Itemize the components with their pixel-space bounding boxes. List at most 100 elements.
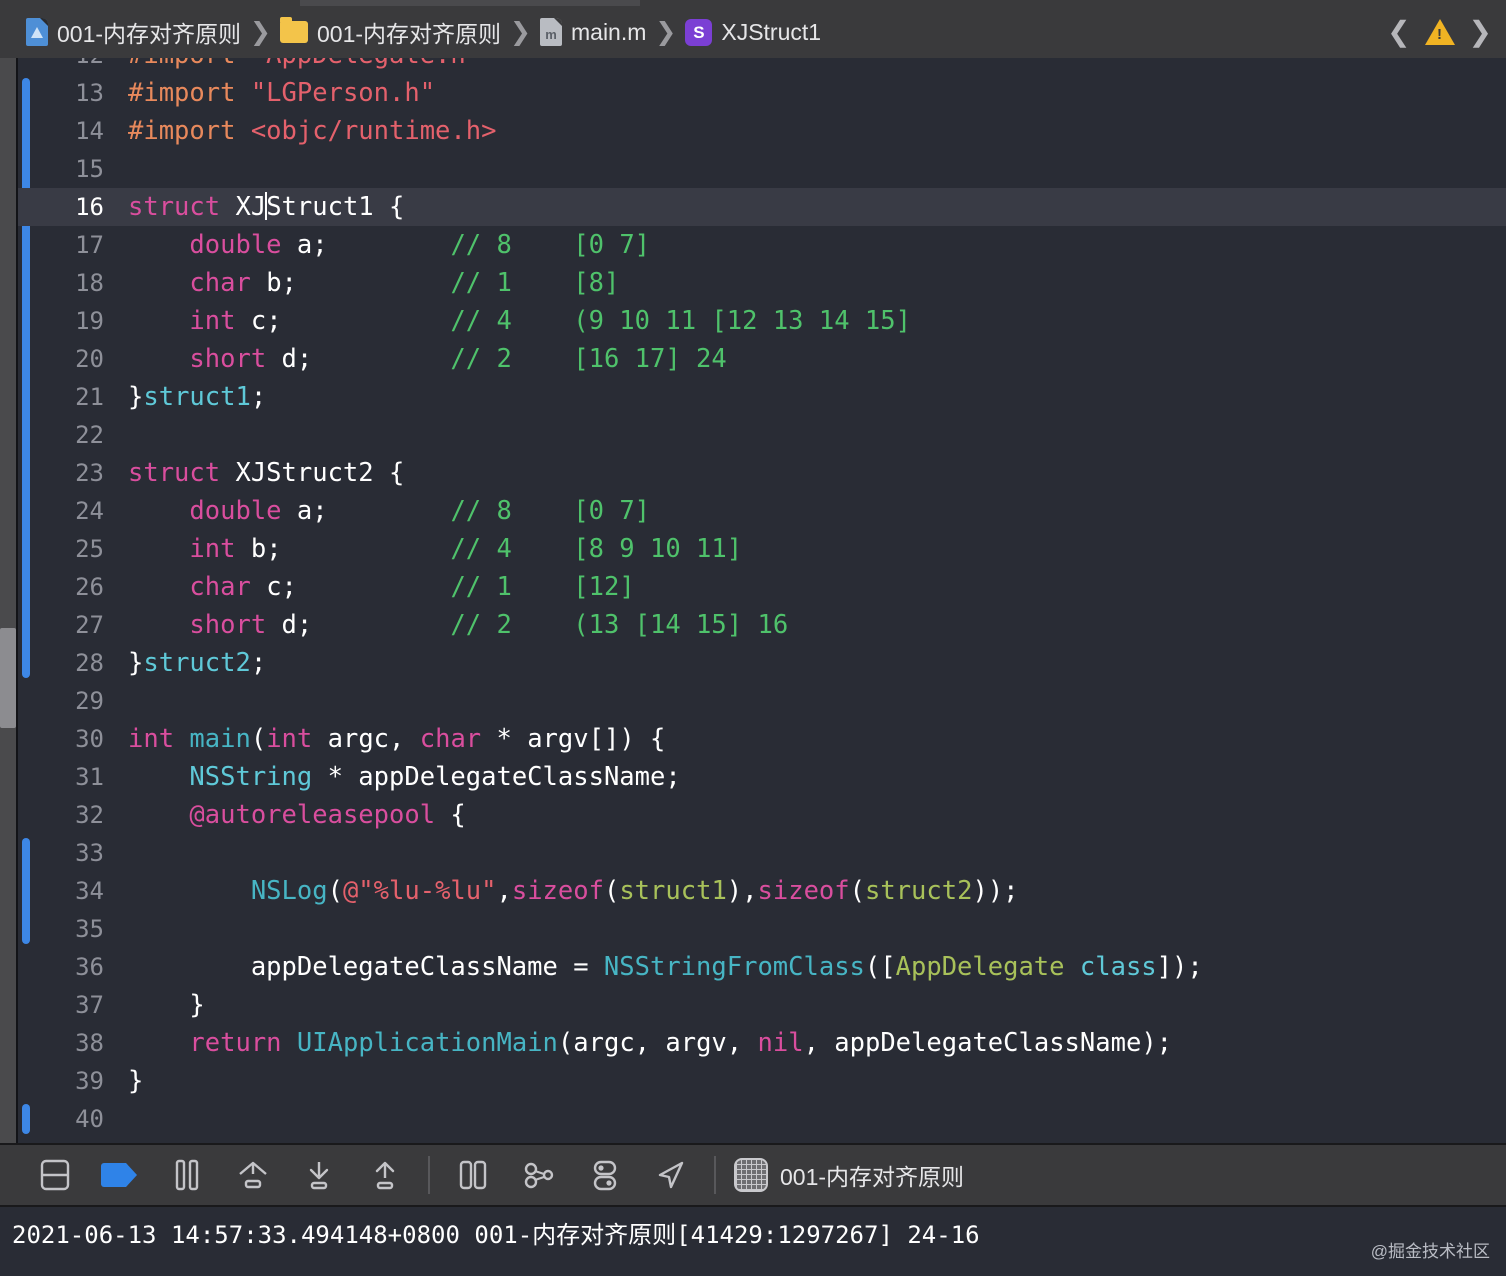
breadcrumb-separator: ❯ [250, 18, 271, 46]
simulate-location-button[interactable] [638, 1144, 704, 1206]
chevron-right-icon[interactable]: ❯ [1469, 18, 1492, 46]
line-number[interactable]: 20 [18, 340, 104, 378]
code-token: c; [250, 572, 451, 602]
line-number[interactable]: 30 [18, 720, 104, 758]
code-line[interactable]: 25 int b; // 4 [8 9 10 11] [18, 530, 1506, 568]
breadcrumb-item-symbol[interactable]: S XJStruct1 [685, 18, 822, 46]
chevron-left-icon[interactable]: ❮ [1387, 18, 1410, 46]
line-number[interactable]: 27 [18, 606, 104, 644]
code-line[interactable]: 16 struct XJStruct1 { [18, 188, 1506, 226]
line-number[interactable]: 21 [18, 378, 104, 416]
code-token: } [128, 382, 144, 412]
line-number[interactable]: 36 [18, 948, 104, 986]
line-number[interactable]: 33 [18, 834, 104, 872]
line-number[interactable]: 37 [18, 986, 104, 1024]
breadcrumb-item-folder[interactable]: 001-内存对齐原则 [280, 15, 501, 49]
line-number[interactable]: 22 [18, 416, 104, 454]
code-line[interactable]: 26 char c; // 1 [12] [18, 568, 1506, 606]
code-editor[interactable]: 12 #import "AppDelegate.h" 13 #import "LGPe… [0, 58, 1506, 1143]
line-number[interactable]: 19 [18, 302, 104, 340]
line-number[interactable]: 35 [18, 910, 104, 948]
code-line[interactable]: 22 [18, 416, 1506, 454]
code-text: double a; // 8 [0 7] [128, 226, 650, 264]
code-line[interactable]: 39} [18, 1062, 1506, 1100]
code-line[interactable]: 23 struct XJStruct2 { [18, 454, 1506, 492]
code-line[interactable]: 20 short d; // 2 [16 17] 24 [18, 340, 1506, 378]
code-line[interactable]: 34 NSLog(@"%lu-%lu",sizeof(struct1),size… [18, 872, 1506, 910]
line-number[interactable]: 28 [18, 644, 104, 682]
code-line[interactable]: 15 [18, 150, 1506, 188]
line-number[interactable]: 26 [18, 568, 104, 606]
line-number[interactable]: 34 [18, 872, 104, 910]
step-out-button[interactable] [352, 1144, 418, 1206]
line-number[interactable]: 12 [18, 58, 104, 74]
line-number[interactable]: 13 [18, 74, 104, 112]
code-text: }struct2; [128, 644, 266, 682]
breadcrumb-controls: ❮ ❯ [1387, 18, 1492, 46]
debug-memory-graph-button[interactable] [506, 1144, 572, 1206]
code-line[interactable]: 29 [18, 682, 1506, 720]
code-line[interactable]: 38 return UIApplicationMain(argc, argv, … [18, 1024, 1506, 1062]
code-line[interactable]: 35 [18, 910, 1506, 948]
code-token: #import [128, 58, 251, 70]
code-token: )); [972, 876, 1019, 906]
code-line[interactable]: 12 #import "AppDelegate.h" [18, 58, 1506, 74]
code-line[interactable]: 36 appDelegateClassName = NSStringFromCl… [18, 948, 1506, 986]
code-line[interactable]: 24 double a; // 8 [0 7] [18, 492, 1506, 530]
line-number[interactable]: 40 [18, 1100, 104, 1138]
code-token: XJStruct2 { [235, 458, 405, 488]
line-number[interactable]: 16 [18, 188, 104, 226]
line-number[interactable]: 29 [18, 682, 104, 720]
code-token: struct [128, 458, 236, 488]
line-number[interactable]: 24 [18, 492, 104, 530]
line-number[interactable]: 39 [18, 1062, 104, 1100]
code-line[interactable]: 14 #import <objc/runtime.h> [18, 112, 1506, 150]
code-token: sizeof [511, 876, 604, 906]
step-into-button[interactable] [286, 1144, 352, 1206]
running-scheme[interactable]: 001-内存对齐原则 [734, 1158, 964, 1192]
debug-console[interactable]: 2021-06-13 14:57:33.494148+0800 001-内存对齐… [0, 1205, 1506, 1276]
line-number[interactable]: 15 [18, 150, 104, 188]
line-number[interactable]: 18 [18, 264, 104, 302]
breadcrumb-label: XJStruct1 [721, 18, 822, 45]
code-line[interactable]: 30 int main(int argc, char * argv[]) { [18, 720, 1506, 758]
code-line[interactable]: 13 #import "LGPerson.h" [18, 74, 1506, 112]
code-line[interactable]: 28 }struct2; [18, 644, 1506, 682]
code-line[interactable]: 19 int c; // 4 (9 10 11 [12 13 14 15] [18, 302, 1506, 340]
code-line[interactable]: 27 short d; // 2 (13 [14 15] 16 [18, 606, 1506, 644]
code-line[interactable]: 40 [18, 1100, 1506, 1138]
code-token: double [189, 230, 282, 260]
code-line[interactable]: 37 } [18, 986, 1506, 1024]
line-number[interactable]: 38 [18, 1024, 104, 1062]
debug-view-hierarchy-button[interactable] [440, 1144, 506, 1206]
line-number[interactable]: 25 [18, 530, 104, 568]
line-number[interactable]: 17 [18, 226, 104, 264]
line-number[interactable]: 32 [18, 796, 104, 834]
code-token: // 1 [12] [450, 572, 635, 602]
code-line[interactable]: 32 @autoreleasepool { [18, 796, 1506, 834]
line-number[interactable]: 31 [18, 758, 104, 796]
code-text: struct XJStruct1 { [128, 188, 404, 226]
pause-button[interactable] [154, 1144, 220, 1206]
code-line[interactable]: 33 [18, 834, 1506, 872]
line-number[interactable]: 23 [18, 454, 104, 492]
code-line[interactable]: 31 NSString * appDelegateClassName; [18, 758, 1506, 796]
step-over-button[interactable] [220, 1144, 286, 1206]
toolbar-divider [714, 1156, 716, 1194]
breadcrumb-item-file[interactable]: m main.m [540, 18, 646, 46]
code-line[interactable]: 17 double a; // 8 [0 7] [18, 226, 1506, 264]
toggle-console-button[interactable] [22, 1144, 88, 1206]
scroll-knob[interactable] [0, 628, 16, 728]
warning-triangle-icon[interactable] [1424, 19, 1455, 45]
environment-overrides-button[interactable] [572, 1144, 638, 1206]
code-text: #import "LGPerson.h" [128, 74, 435, 112]
breadcrumb-item-project[interactable]: 001-内存对齐原则 [26, 15, 241, 49]
code-line[interactable]: 21}struct1; [18, 378, 1506, 416]
continue-button[interactable] [88, 1144, 154, 1206]
line-number[interactable]: 14 [18, 112, 104, 150]
code-line[interactable]: 18 char b; // 1 [8] [18, 264, 1506, 302]
code-lines[interactable]: 12 #import "AppDelegate.h" 13 #import "LGPe… [18, 58, 1506, 1143]
